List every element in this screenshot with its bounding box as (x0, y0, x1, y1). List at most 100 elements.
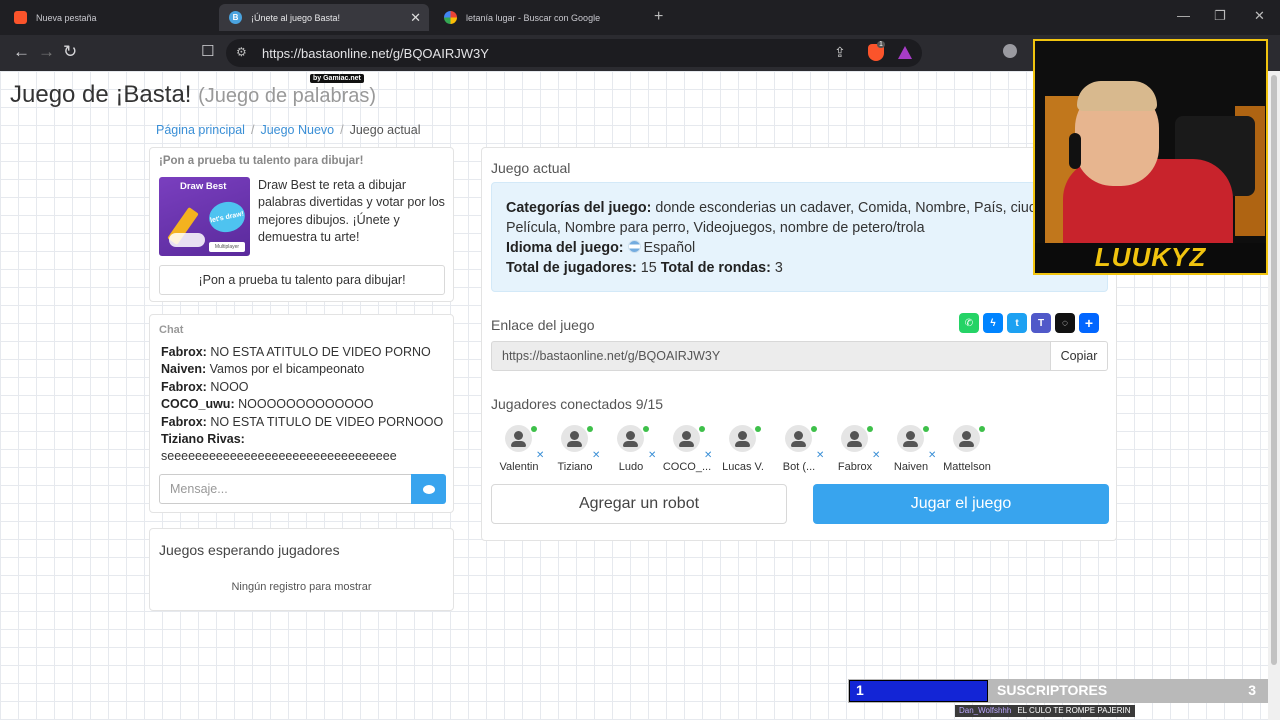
kick-player-icon[interactable]: ✕ (648, 450, 656, 461)
streamer-hair (1077, 81, 1157, 111)
kick-player-icon[interactable]: ✕ (928, 450, 936, 461)
url-text[interactable]: https://bastaonline.net/g/BQOAIRJW3Y (262, 46, 489, 61)
bookmark-icon[interactable]: ☐ (201, 43, 214, 61)
kick-player-icon[interactable]: ✕ (872, 450, 880, 461)
kick-player-icon[interactable]: ✕ (816, 450, 824, 461)
tab-title: Nueva pestaña (36, 12, 97, 23)
chat-message: Fabrox: NO ESTA TITULO DE VIDEO PORNOOO (161, 414, 444, 429)
player-name: Valentin (499, 461, 539, 473)
snapchat-icon[interactable]: ◌ (1055, 313, 1075, 333)
connected-players-label: Jugadores conectados 9/15 (491, 396, 664, 412)
minimize-icon[interactable]: — (1177, 8, 1190, 23)
player-item: ✕ Naiven (883, 425, 943, 475)
chat-message: Naiven: Vamos por el bicampeonato (161, 362, 365, 377)
tab-basta-game[interactable]: B ¡Únete al juego Basta! ✕ (219, 4, 429, 31)
site-subtitle: (Juego de palabras) (198, 85, 377, 107)
online-indicator (979, 426, 985, 432)
tab-new-tab[interactable]: Nueva pestaña (4, 4, 214, 31)
user-avatar-icon (505, 425, 532, 452)
players-list: ✕ Valentin ✕ Tiziano ✕ Ludo ✕ COCO_... Lucas… (491, 425, 1111, 475)
kick-player-icon[interactable]: ✕ (592, 450, 600, 461)
chat-bubble-icon (422, 484, 435, 494)
tab-title: ¡Únete al juego Basta! (251, 12, 341, 23)
multiplayer-badge: Multiplayer (209, 242, 245, 252)
player-item: ✕ COCO_... (659, 425, 719, 475)
brave-rewards-icon[interactable] (898, 46, 912, 59)
copy-link-button[interactable]: Copiar (1050, 341, 1108, 371)
online-indicator (587, 426, 593, 432)
chat-message: Fabrox: NOOO (161, 379, 249, 394)
totals-line: Total de jugadores: 15 Total de rondas: … (506, 260, 783, 276)
online-indicator (699, 426, 705, 432)
basta-favicon-icon: B (229, 11, 242, 24)
back-arrow-icon[interactable]: ← (13, 43, 30, 61)
browser-tab-bar: Nueva pestaña B ¡Únete al juego Basta! ✕… (0, 0, 1280, 35)
chat-message: COCO_uwu: NOOOOOOOOOOOOO (161, 397, 374, 412)
kick-player-icon[interactable]: ✕ (704, 450, 712, 461)
share-plus-icon[interactable]: + (1079, 313, 1099, 333)
shields-count-badge: 1 (877, 41, 885, 48)
language-line: Idioma del juego: Español (506, 240, 696, 256)
categories-line-cont: Película, Nombre para perro, Videojuegos… (506, 220, 925, 236)
user-avatar-icon (785, 425, 812, 452)
user-avatar-icon (841, 425, 868, 452)
online-indicator (643, 426, 649, 432)
breadcrumb-new-game-link[interactable]: Juego Nuevo (260, 123, 334, 137)
close-tab-icon[interactable]: ✕ (410, 10, 421, 26)
address-bar[interactable]: ⚙ https://bastaonline.net/g/BQOAIRJW3Y ⇪… (226, 39, 922, 67)
teams-icon[interactable]: T (1031, 313, 1051, 333)
user-avatar-icon (561, 425, 588, 452)
chat-message: Fabrox: NO ESTA ATITULO DE VIDEO PORNO (161, 345, 431, 359)
online-indicator (531, 426, 537, 432)
player-item: ✕ Ludo (603, 425, 663, 475)
kick-player-icon[interactable]: ✕ (536, 450, 544, 461)
subscriber-progress-fill (849, 680, 988, 702)
page-scrollbar[interactable] (1268, 71, 1280, 720)
tab-google-search[interactable]: letanía lugar - Buscar con Google (434, 4, 644, 31)
streamer-name: LUUKYZ (1035, 243, 1266, 273)
game-link-input[interactable]: https://bastaonline.net/g/BQOAIRJW3Y (491, 341, 1051, 371)
waiting-games-card: Juegos esperando jugadores Ningún regist… (149, 528, 454, 611)
share-icon[interactable]: ⇪ (834, 44, 846, 61)
maximize-icon[interactable]: ❐ (1214, 8, 1226, 24)
whatsapp-icon[interactable]: ✆ (959, 313, 979, 333)
messenger-icon[interactable]: ϟ (983, 313, 1003, 333)
brave-icon (14, 11, 27, 24)
scrollbar-thumb[interactable] (1271, 75, 1277, 665)
play-game-button[interactable]: Jugar el juego (813, 484, 1109, 524)
headset-icon (1069, 133, 1081, 169)
player-item: Lucas V. (715, 425, 775, 475)
chat-messages: Fabrox: NO ESTA ATITULO DE VIDEO PORNO N… (161, 344, 451, 466)
draw-best-image-title: Draw Best (180, 181, 227, 192)
draw-best-image[interactable]: Draw Best let's draw! Multiplayer (159, 177, 250, 256)
gamiac-badge[interactable]: by Gamiac.net (310, 74, 364, 83)
online-indicator (811, 426, 817, 432)
categories-line: Categorías del juego: donde esconderias … (506, 200, 1057, 216)
player-name: Naiven (893, 461, 929, 473)
player-item: ✕ Fabrox (827, 425, 887, 475)
online-indicator (923, 426, 929, 432)
chat-title: Chat (159, 324, 184, 336)
send-message-button[interactable] (411, 474, 446, 504)
twitter-icon[interactable]: t (1007, 313, 1027, 333)
player-name: Tiziano (557, 461, 593, 473)
player-name: Ludo (618, 461, 644, 473)
extension-icon[interactable] (1003, 44, 1017, 58)
tab-title: letanía lugar - Buscar con Google (466, 12, 601, 23)
player-name: COCO_... (662, 461, 712, 473)
player-name: Mattelson (943, 461, 991, 473)
user-avatar-icon (617, 425, 644, 452)
share-icons: ✆ ϟ t T ◌ + (959, 313, 1099, 333)
chat-message-input[interactable]: Mensaje... (159, 474, 412, 504)
site-settings-icon[interactable]: ⚙ (236, 45, 247, 59)
new-tab-plus-icon[interactable]: + (654, 8, 663, 26)
forward-arrow-icon[interactable]: → (38, 43, 55, 61)
breadcrumb-home-link[interactable]: Página principal (156, 123, 245, 137)
close-window-icon[interactable]: ✕ (1254, 8, 1265, 24)
try-drawing-button[interactable]: ¡Pon a prueba tu talento para dibujar! (159, 265, 445, 295)
player-item: ✕ Valentin (491, 425, 551, 475)
user-avatar-icon (673, 425, 700, 452)
add-robot-button[interactable]: Agregar un robot (491, 484, 787, 524)
page-title: Juego de ¡Basta! (Juego de palabras) (10, 81, 376, 109)
reload-icon[interactable]: ↻ (63, 43, 77, 61)
